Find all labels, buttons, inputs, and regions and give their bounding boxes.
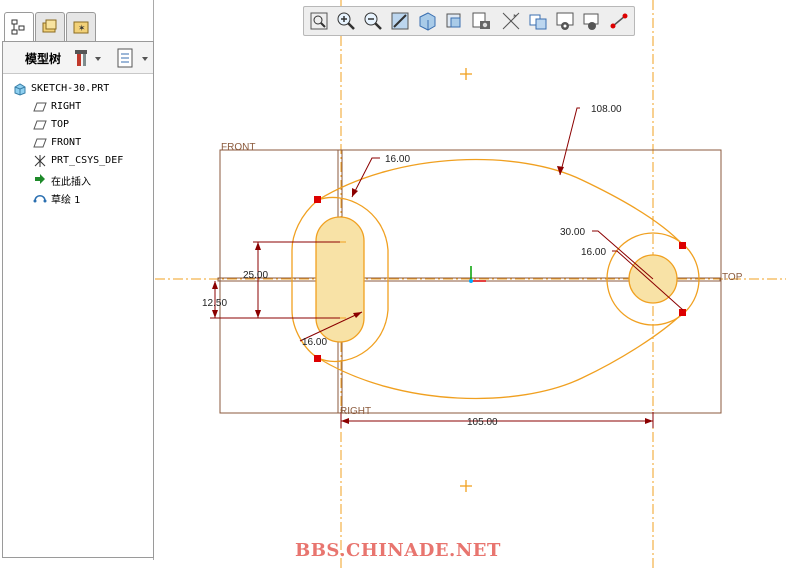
dim-16-right-label[interactable]: 16.00 (581, 247, 606, 258)
datum-display-button[interactable]: * (500, 10, 522, 32)
tab-folder-browser[interactable] (35, 12, 65, 42)
model-tree-icon (11, 19, 25, 35)
view-manager-button[interactable] (470, 10, 492, 32)
csys-glyph (469, 266, 486, 283)
plus-marker-bottom (460, 480, 472, 492)
part-icon (14, 83, 26, 96)
zoom-out-icon (364, 12, 382, 30)
zoom-out-button[interactable] (362, 10, 384, 32)
view-manager-icon (472, 12, 490, 29)
top-plane-label: TOP (722, 272, 743, 283)
tree-item-label: 草绘 1 (51, 195, 81, 206)
show-options-icon[interactable] (115, 47, 153, 69)
vertex-display-button[interactable] (608, 10, 630, 32)
outer-profile-arc-bottom (317, 312, 684, 400)
refit-icon (310, 12, 328, 30)
constraint-marker[interactable] (314, 196, 321, 203)
tab-favorites[interactable]: ✶ (66, 12, 96, 42)
datum-display-icon: * (502, 12, 520, 30)
tree-item-label: FRONT (51, 137, 82, 148)
zoom-in-button[interactable] (335, 10, 357, 32)
favorites-icon: ✶ (73, 21, 89, 34)
tree-item-label: RIGHT (51, 101, 82, 112)
dim-25-label[interactable]: 25.00 (243, 270, 268, 281)
constraint-marker[interactable] (679, 242, 686, 249)
tree-item-label: 在此插入 (51, 177, 91, 188)
tab-model-tree[interactable] (4, 12, 34, 42)
constraint-display-icon (583, 13, 599, 30)
sketch-icon (33, 195, 47, 203)
sketch-view-button[interactable] (527, 10, 549, 32)
tree-item-label: TOP (51, 119, 70, 130)
tree-item-label: SKETCH-30.PRT (31, 83, 110, 94)
refit-button[interactable] (308, 10, 330, 32)
datum-plane-icon (33, 102, 47, 112)
tree-item-label: PRT_CSYS_DEF (51, 155, 124, 166)
sketch-display-icon (556, 12, 574, 30)
dim-105-label[interactable]: 105.00 (467, 417, 498, 428)
dim-leader-108 (559, 107, 580, 176)
saved-views-icon (419, 12, 436, 31)
settings-tools-icon[interactable] (73, 47, 103, 69)
right-plane-label: RIGHT (340, 406, 371, 417)
zoom-in-icon (337, 12, 355, 30)
dim-108-label[interactable]: 108.00 (591, 104, 622, 115)
folder-browser-icon (42, 19, 57, 33)
svg-text:*: * (513, 13, 517, 21)
left-slot-inner (315, 216, 365, 343)
vertex-display-icon (610, 13, 628, 29)
datum-plane-icon (33, 138, 47, 148)
outer-profile-arc (317, 158, 684, 246)
saved-views-button[interactable] (416, 10, 438, 32)
csys-icon (34, 155, 46, 167)
repaint-button[interactable] (389, 10, 411, 32)
model-tree-panel: 模型树 SKETCH-30.PRT RIGHT TOP FRONT PRT_CS… (2, 41, 154, 558)
watermark-text: BBS.CHINADE.NET (295, 540, 501, 561)
dim-30-label[interactable]: 30.00 (560, 227, 585, 238)
sketch-view-icon (529, 14, 547, 30)
repaint-icon (391, 12, 409, 30)
display-style-icon (446, 13, 461, 28)
sketch-display-button[interactable] (554, 10, 576, 32)
graphics-toolbar: * (303, 6, 635, 36)
datum-plane-icon (33, 120, 47, 130)
navigator-tabs: ✶ (4, 12, 154, 42)
display-style-button[interactable] (443, 10, 465, 32)
constraint-display-button[interactable] (581, 10, 603, 32)
model-tree-header: 模型树 (3, 42, 153, 74)
dim-12-label[interactable]: 12.50 (202, 298, 227, 309)
navigator-panel: ✶ 模型树 SKETCH-30.PRT RIGHT TOP FRONT PRT_… (0, 0, 154, 560)
constraint-marker[interactable] (314, 355, 321, 362)
model-tree-title: 模型树 (25, 52, 62, 66)
front-plane-label: FRONT (221, 142, 255, 153)
insert-here-arrow-icon (35, 174, 45, 184)
plus-marker-top (460, 68, 472, 80)
dim-16-top-label[interactable]: 16.00 (385, 154, 410, 165)
svg-text:✶: ✶ (78, 24, 86, 34)
dim-16-bottom-label[interactable]: 16.00 (302, 337, 327, 348)
